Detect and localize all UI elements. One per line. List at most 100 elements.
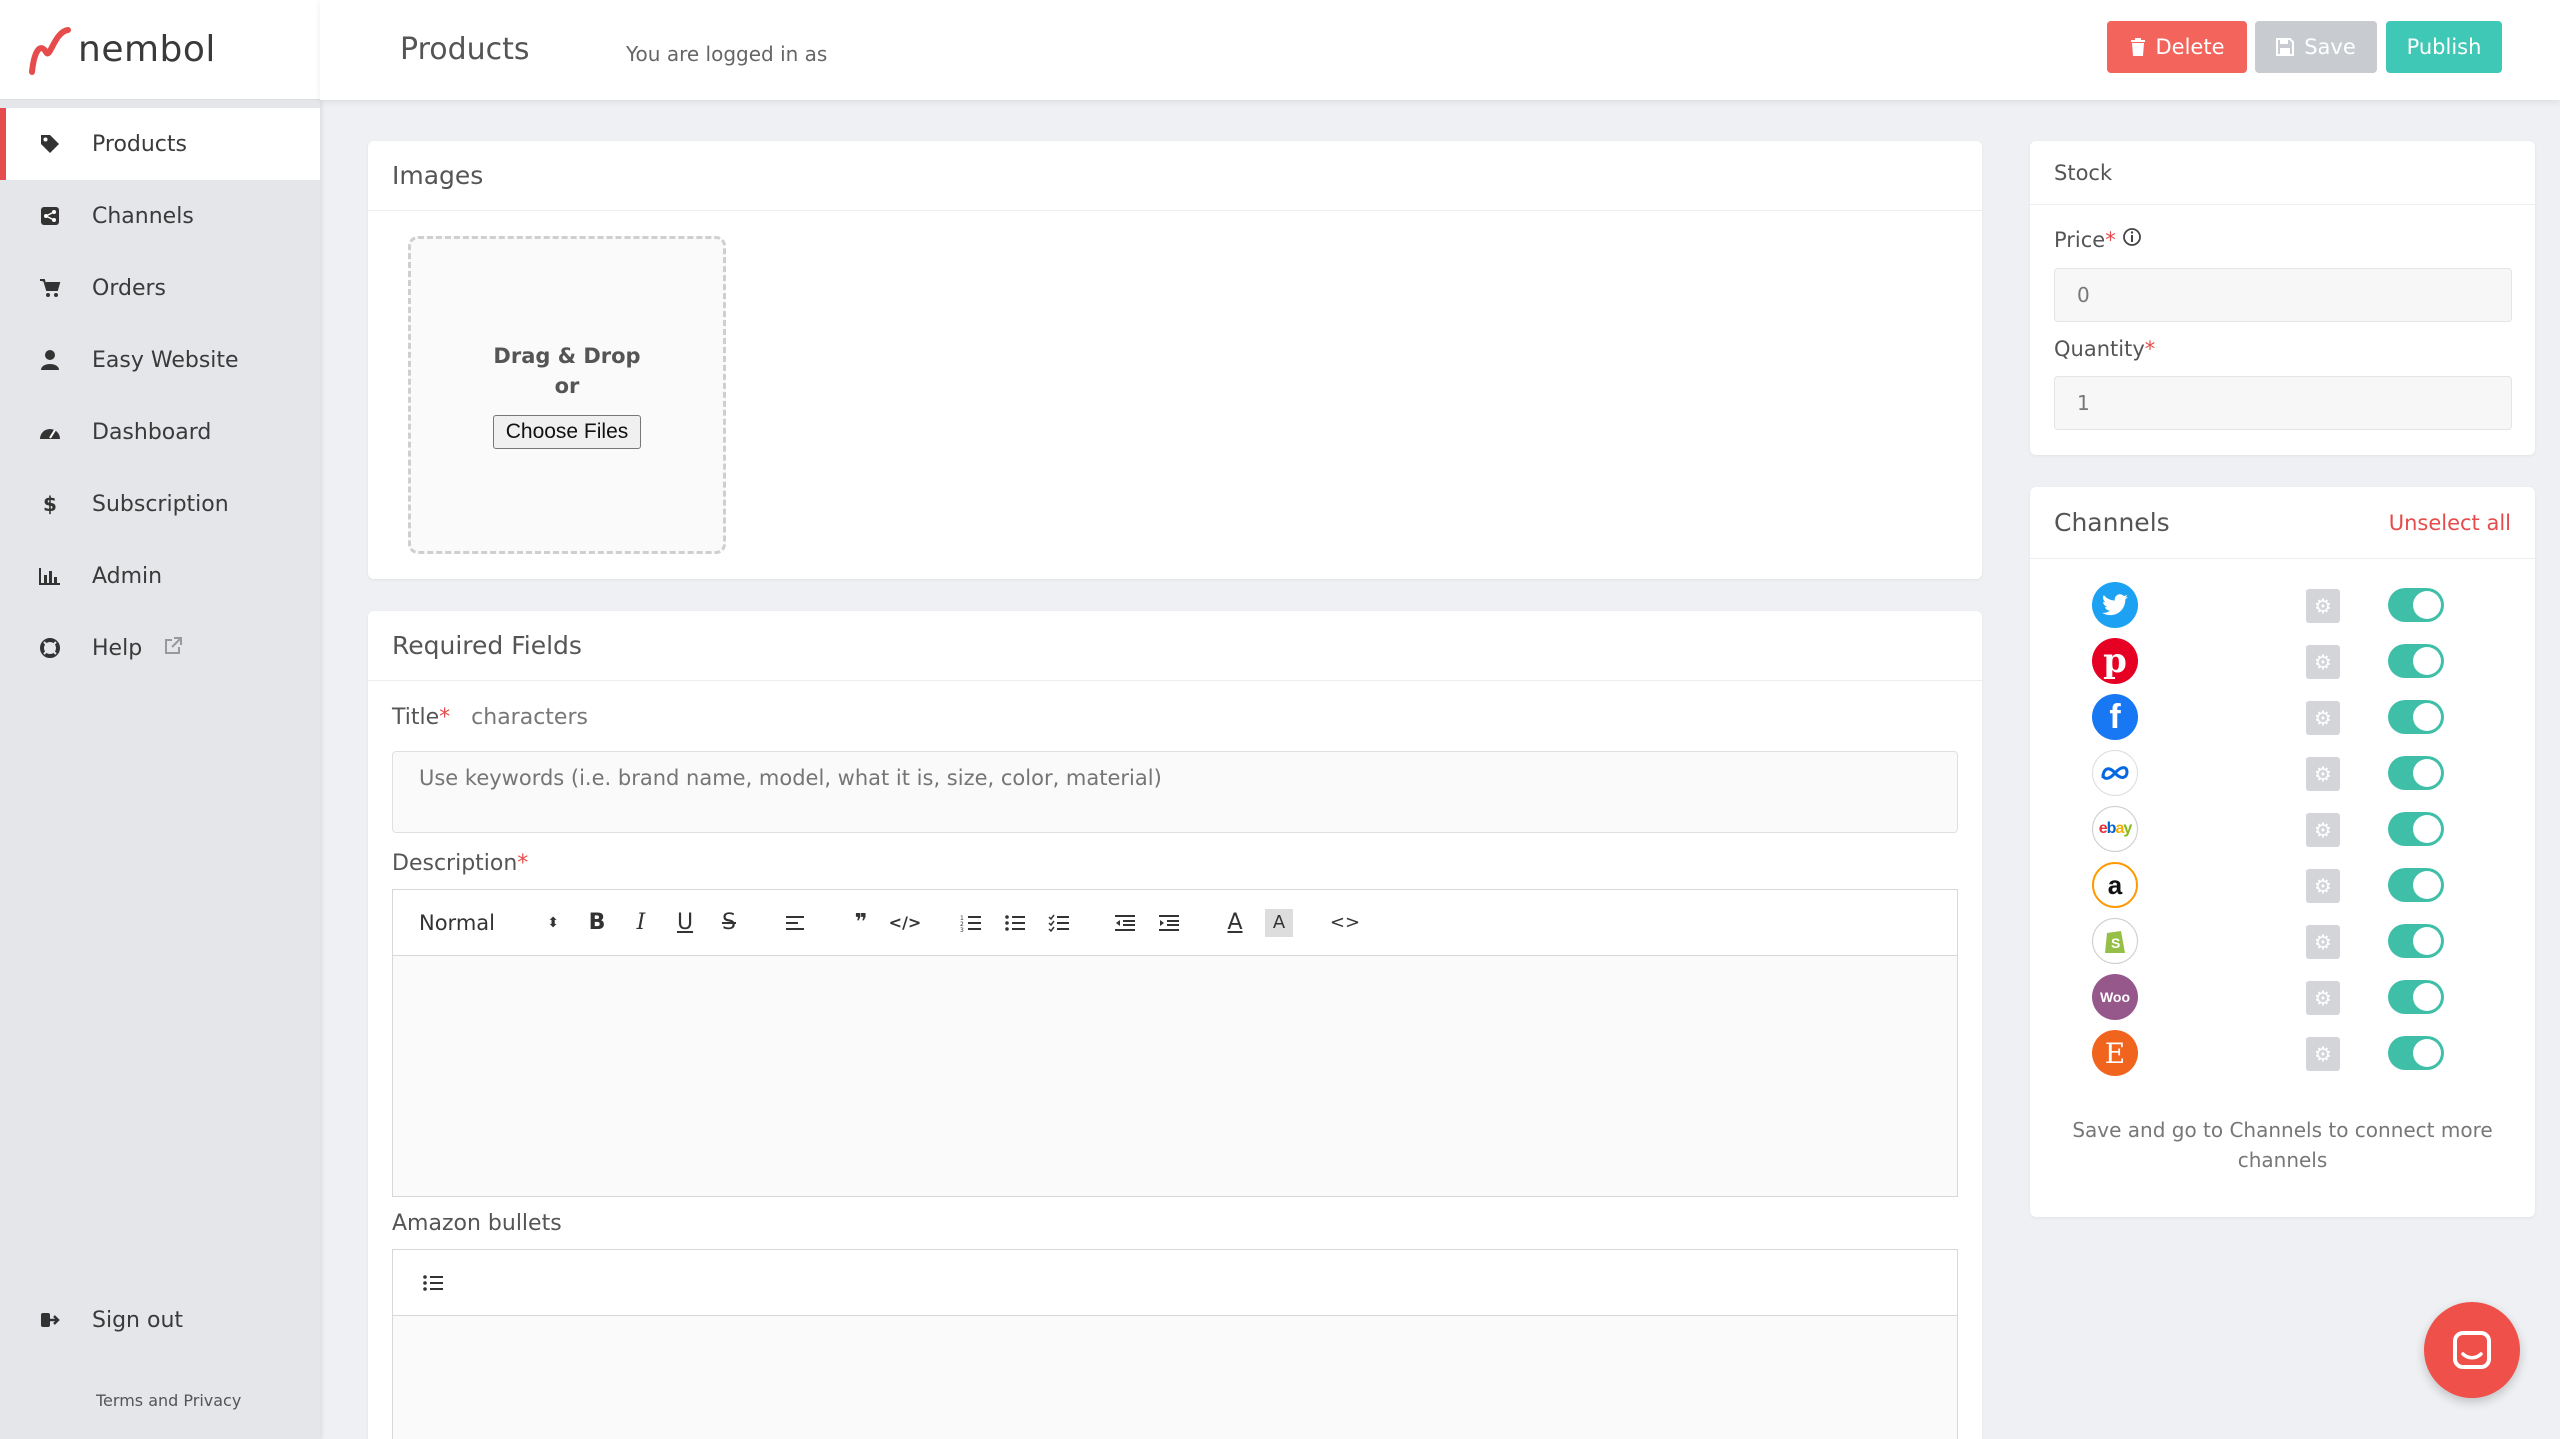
svg-text:3: 3: [960, 927, 964, 932]
align-icon[interactable]: [781, 909, 809, 937]
price-label-row: Price *: [2054, 227, 2142, 252]
indent-icon[interactable]: [1155, 909, 1183, 937]
bullet-list-icon[interactable]: [1001, 909, 1029, 937]
channel-settings-gear-icon[interactable]: ⚙: [2306, 645, 2340, 679]
pinterest-icon: p: [2092, 638, 2138, 684]
sidebar-item-channels[interactable]: Channels: [0, 180, 320, 252]
channel-row-shopify: S ⚙: [2030, 911, 2535, 967]
price-label: Price: [2054, 227, 2106, 252]
channel-settings-gear-icon[interactable]: ⚙: [2306, 757, 2340, 791]
delete-label: Delete: [2155, 35, 2225, 59]
format-select-value: Normal: [419, 910, 495, 935]
checklist-icon[interactable]: [1045, 909, 1073, 937]
publish-button[interactable]: Publish: [2386, 21, 2502, 73]
brand-logo[interactable]: nembol: [0, 0, 320, 100]
delete-button[interactable]: Delete: [2107, 21, 2247, 73]
trash-icon: [2130, 38, 2145, 56]
save-label: Save: [2304, 35, 2356, 59]
bar-chart-icon: [38, 564, 62, 588]
description-label-row: Description*: [392, 851, 528, 876]
channel-toggle-amazon[interactable]: [2388, 868, 2444, 902]
choose-files-button[interactable]: Choose Files: [492, 415, 642, 449]
sign-out-icon: [38, 1308, 62, 1332]
bullet-list-icon[interactable]: [419, 1269, 447, 1297]
italic-icon[interactable]: I: [627, 909, 655, 937]
etsy-icon: E: [2092, 1030, 2138, 1076]
required-marker: *: [517, 851, 529, 876]
channel-toggle-etsy[interactable]: [2388, 1036, 2444, 1070]
info-icon[interactable]: [2122, 227, 2142, 252]
logged-in-text: You are logged in as: [626, 42, 828, 66]
sidebar-item-orders[interactable]: Orders: [0, 252, 320, 324]
channel-settings-gear-icon[interactable]: ⚙: [2306, 701, 2340, 735]
channel-toggle-woocommerce[interactable]: [2388, 980, 2444, 1014]
unselect-all-link[interactable]: Unselect all: [2389, 511, 2511, 535]
stock-title: Stock: [2030, 141, 2535, 205]
ebay-icon: ebay: [2092, 806, 2138, 852]
sidebar-item-easy-website[interactable]: Easy Website: [0, 324, 320, 396]
sidebar-item-help[interactable]: Help: [0, 612, 320, 684]
blockquote-icon[interactable]: ❞: [847, 909, 875, 937]
terms-link[interactable]: Terms and Privacy: [96, 1391, 241, 1410]
channel-toggle-pinterest[interactable]: [2388, 644, 2444, 678]
channel-toggle-facebook[interactable]: [2388, 700, 2444, 734]
underline-icon[interactable]: U: [671, 909, 699, 937]
outdent-icon[interactable]: [1111, 909, 1139, 937]
strikethrough-icon[interactable]: S: [715, 909, 743, 937]
channel-settings-gear-icon[interactable]: ⚙: [2306, 981, 2340, 1015]
meta-icon: [2092, 750, 2138, 796]
sidebar-item-admin[interactable]: Admin: [0, 540, 320, 612]
sidebar-item-subscription[interactable]: $ Subscription: [0, 468, 320, 540]
format-select[interactable]: Normal ⬍: [419, 911, 559, 935]
channel-settings-gear-icon[interactable]: ⚙: [2306, 925, 2340, 959]
html-source-icon[interactable]: <>: [1330, 909, 1360, 937]
channel-settings-gear-icon[interactable]: ⚙: [2306, 813, 2340, 847]
user-icon: [38, 348, 62, 372]
publish-label: Publish: [2406, 35, 2482, 59]
gauge-icon: [38, 420, 62, 444]
text-color-icon[interactable]: A: [1221, 909, 1249, 937]
code-block-icon[interactable]: </>: [889, 909, 922, 937]
save-button[interactable]: Save: [2255, 21, 2377, 73]
required-marker: *: [439, 705, 451, 730]
stock-card: Stock Price * 0 Quantity * 1: [2030, 141, 2535, 455]
sidebar-item-dashboard[interactable]: Dashboard: [0, 396, 320, 468]
background-color-icon[interactable]: A: [1265, 908, 1293, 937]
select-arrows-icon: ⬍: [547, 914, 559, 931]
sidebar-nav: Products Channels Orders Easy Website Da…: [0, 108, 320, 684]
required-marker: *: [2144, 337, 2156, 361]
sidebar-item-products[interactable]: Products: [0, 108, 320, 180]
amazon-bullets-editor-body[interactable]: [393, 1316, 1957, 1439]
share-icon: [38, 204, 62, 228]
channel-toggle-shopify[interactable]: [2388, 924, 2444, 958]
channel-row-facebook: f ⚙: [2030, 687, 2535, 743]
quantity-input[interactable]: 1: [2054, 376, 2512, 430]
channel-settings-gear-icon[interactable]: ⚙: [2306, 1037, 2340, 1071]
image-dropzone[interactable]: Drag & Drop or Choose Files: [408, 236, 726, 554]
sidebar: nembol Products Channels Orders Easy Web…: [0, 0, 320, 1439]
chat-support-button[interactable]: [2424, 1302, 2520, 1398]
amazon-bullets-editor: [392, 1249, 1958, 1439]
amazon-icon: a: [2092, 862, 2138, 908]
channel-settings-gear-icon[interactable]: ⚙: [2306, 869, 2340, 903]
channel-settings-gear-icon[interactable]: ⚙: [2306, 589, 2340, 623]
sign-out-button[interactable]: Sign out: [0, 1284, 320, 1356]
drag-drop-text: Drag & Drop: [493, 344, 641, 368]
twitter-icon: [2092, 582, 2138, 628]
channel-toggle-meta[interactable]: [2388, 756, 2444, 790]
sidebar-item-label: Channels: [92, 203, 194, 229]
description-editor-body[interactable]: [393, 956, 1957, 1196]
bold-icon[interactable]: B: [583, 909, 611, 937]
amazon-bullets-label: Amazon bullets: [392, 1211, 562, 1236]
channel-row-woocommerce: Woo ⚙: [2030, 967, 2535, 1023]
tags-icon: [38, 132, 62, 156]
description-label: Description: [392, 851, 518, 876]
description-toolbar: Normal ⬍ B I U S ❞ </> 123 A A <>: [393, 890, 1957, 956]
page-title: Products: [400, 32, 530, 67]
channel-toggle-twitter[interactable]: [2388, 588, 2444, 622]
ordered-list-icon[interactable]: 123: [957, 909, 985, 937]
title-input[interactable]: [392, 751, 1958, 833]
channel-row-pinterest: p ⚙: [2030, 631, 2535, 687]
price-input[interactable]: 0: [2054, 268, 2512, 322]
channel-toggle-ebay[interactable]: [2388, 812, 2444, 846]
